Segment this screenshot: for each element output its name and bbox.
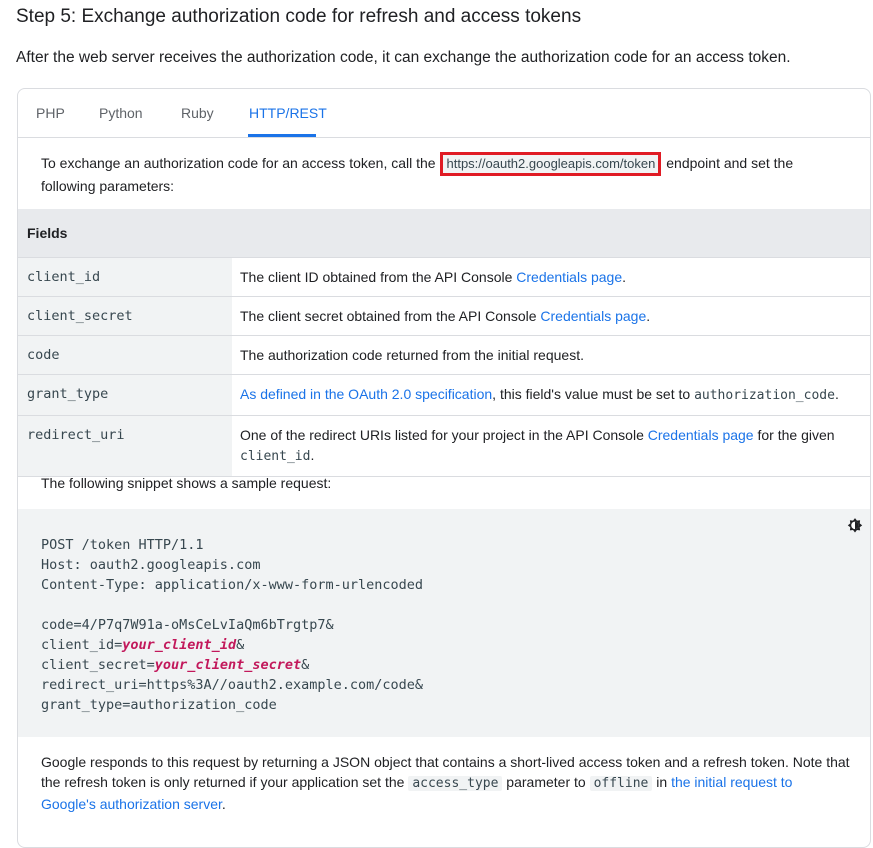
code-line-end: & [236,637,245,653]
field-description: One of the redirect URIs listed for your… [232,415,870,477]
desc-code: client_id [240,448,311,464]
code-line-end: & [301,657,310,673]
field-name: client_id [18,257,232,297]
table-row: client_id The client ID obtained from th… [18,257,870,297]
page-heading: Step 5: Exchange authorization code for … [16,6,582,27]
table-header-row: Fields [18,209,870,258]
field-description: The authorization code returned from the… [232,335,870,375]
code-content: POST /token HTTP/1.1 Host: oauth2.google… [41,535,423,715]
oauth-spec-link[interactable]: As defined in the OAuth 2.0 specificatio… [240,386,492,402]
placeholder-variable: your_client_id [122,637,237,653]
token-endpoint-url: https://oauth2.googleapis.com/token [440,152,662,176]
credentials-page-link[interactable]: Credentials page [648,427,754,443]
exchange-instructions: To exchange an authorization code for an… [41,152,851,197]
desc-end: . [834,385,839,402]
response-text: . [221,796,226,812]
access-type-code: access_type [408,776,503,791]
desc-text: The client ID obtained from the API Cons… [240,268,517,285]
code-line: grant_type=authorization_code [41,697,277,713]
tab-ruby[interactable]: Ruby [181,105,214,121]
brightness-icon[interactable] [846,517,864,535]
fields-header: Fields [18,209,870,258]
code-block[interactable]: POST /token HTTP/1.1 Host: oauth2.google… [18,509,870,737]
desc-end: . [622,268,627,285]
code-sample-card: PHP Python Ruby HTTP/REST To exchange an… [17,88,871,848]
active-tab-indicator [248,134,316,137]
field-name: redirect_uri [18,415,232,477]
exchange-text-before: To exchange an authorization code for an… [41,155,440,171]
fields-table: Fields client_id The client ID obtained … [18,209,870,477]
credentials-page-link[interactable]: Credentials page [516,269,622,285]
field-name: grant_type [18,374,232,416]
desc-end: . [646,307,651,324]
desc-after: for the given [753,426,835,443]
desc-text: The client secret obtained from the API … [240,307,541,324]
code-line: POST /token HTTP/1.1 [41,537,204,553]
field-description: As defined in the OAuth 2.0 specificatio… [232,374,870,416]
snippet-intro: The following snippet shows a sample req… [41,475,332,491]
field-description: The client ID obtained from the API Cons… [232,257,870,297]
code-line: client_id= [41,637,123,653]
desc-text: , this field's value must be set to [492,385,695,402]
tab-php[interactable]: PHP [36,105,65,121]
field-name: client_secret [18,296,232,336]
placeholder-variable: your_client_secret [154,657,302,673]
credentials-page-link[interactable]: Credentials page [540,308,646,324]
field-description: The client secret obtained from the API … [232,296,870,336]
code-line: Content-Type: application/x-www-form-url… [41,577,424,593]
table-row: grant_type As defined in the OAuth 2.0 s… [18,374,870,416]
table-row: client_secret The client secret obtained… [18,296,870,336]
tab-http-rest[interactable]: HTTP/REST [249,105,327,121]
desc-end: . [310,446,315,463]
code-line: client_secret= [41,657,155,673]
desc-text: One of the redirect URIs listed for your… [240,426,648,443]
table-row: redirect_uri One of the redirect URIs li… [18,415,870,477]
response-description: Google responds to this request by retur… [41,752,851,814]
code-line: redirect_uri=https%3A//oauth2.example.co… [41,677,424,693]
code-line: code=4/P7q7W91a-oMsCeLvIaQm6bTrgtp7& [41,617,334,633]
language-tab-bar: PHP Python Ruby HTTP/REST [18,89,870,138]
intro-text: After the web server receives the author… [16,49,791,66]
tab-python[interactable]: Python [99,105,143,121]
code-line: Host: oauth2.googleapis.com [41,557,261,573]
table-row: code The authorization code returned fro… [18,335,870,375]
desc-code: authorization_code [694,387,835,403]
field-name: code [18,335,232,375]
response-text: in [652,774,672,790]
response-text: parameter to [502,774,590,790]
offline-code: offline [589,776,653,791]
